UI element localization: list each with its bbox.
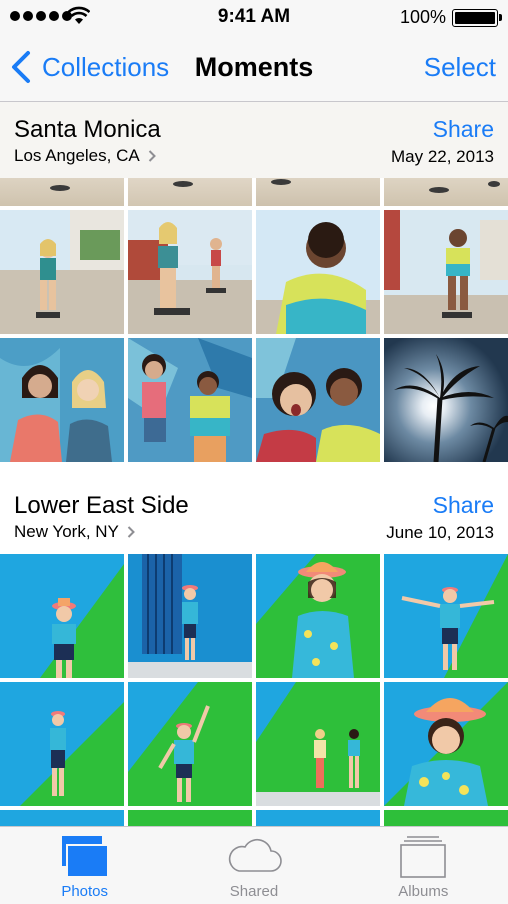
- photo-thumbnail[interactable]: [0, 178, 124, 206]
- select-button[interactable]: Select: [424, 52, 496, 83]
- albums-icon: [400, 836, 447, 878]
- share-button[interactable]: Share: [433, 116, 494, 143]
- share-button[interactable]: Share: [433, 492, 494, 519]
- photo-thumbnail[interactable]: [384, 210, 508, 334]
- photo-thumbnail[interactable]: [128, 810, 252, 826]
- photo-thumbnail[interactable]: [384, 810, 508, 826]
- photo-thumbnail[interactable]: [0, 338, 124, 462]
- moment-title: Lower East Side: [14, 492, 189, 519]
- tab-label: Shared: [229, 883, 279, 900]
- moment-header-santa-monica: Santa Monica Los Angeles, CA Share May 2…: [0, 102, 508, 178]
- moment-location-link[interactable]: Los Angeles, CA: [14, 146, 156, 166]
- tab-photos[interactable]: Photos: [0, 827, 169, 904]
- photos-icon: [61, 836, 109, 878]
- photo-thumbnail[interactable]: [0, 682, 124, 806]
- photo-thumbnail[interactable]: [384, 178, 508, 206]
- tab-albums[interactable]: Albums: [339, 827, 508, 904]
- tab-label: Albums: [398, 883, 449, 900]
- photo-thumbnail[interactable]: [256, 210, 380, 334]
- navigation-bar: Collections Moments Select: [0, 34, 508, 102]
- moment-title: Santa Monica: [14, 116, 161, 143]
- tab-shared[interactable]: Shared: [169, 827, 338, 904]
- chevron-right-icon: [127, 526, 135, 538]
- photo-thumbnail[interactable]: [256, 338, 380, 462]
- moment-date: May 22, 2013: [390, 147, 494, 166]
- photo-thumbnail[interactable]: [0, 210, 124, 334]
- battery-icon: [452, 9, 502, 27]
- photo-thumbnail[interactable]: [384, 682, 508, 806]
- photo-thumbnail[interactable]: [128, 178, 252, 206]
- moment-location-link[interactable]: New York, NY: [14, 522, 135, 542]
- moment-date: June 10, 2013: [386, 523, 494, 542]
- photo-thumbnail[interactable]: [0, 554, 124, 678]
- tab-bar: Photos Shared Albums: [0, 826, 508, 904]
- status-bar: 9:41 AM 100%: [0, 0, 508, 34]
- moment-location-label: New York, NY: [14, 522, 119, 541]
- photo-thumbnail[interactable]: [128, 338, 252, 462]
- photo-thumbnail[interactable]: [256, 810, 380, 826]
- chevron-right-icon: [148, 150, 156, 162]
- cloud-icon: [228, 838, 282, 872]
- moment-header-lower-east-side: Lower East Side New York, NY Share June …: [0, 478, 508, 554]
- photo-thumbnail[interactable]: [384, 554, 508, 678]
- photo-thumbnail[interactable]: [256, 178, 380, 206]
- photo-thumbnail[interactable]: [128, 682, 252, 806]
- photo-thumbnail[interactable]: [256, 682, 380, 806]
- moment-location-label: Los Angeles, CA: [14, 146, 140, 165]
- battery-percentage: 100%: [399, 7, 446, 27]
- tab-label: Photos: [61, 883, 109, 900]
- photo-thumbnail[interactable]: [384, 338, 508, 462]
- photo-thumbnail[interactable]: [256, 554, 380, 678]
- photo-thumbnail[interactable]: [128, 210, 252, 334]
- photo-thumbnail[interactable]: [0, 810, 124, 826]
- photo-thumbnail[interactable]: [128, 554, 252, 678]
